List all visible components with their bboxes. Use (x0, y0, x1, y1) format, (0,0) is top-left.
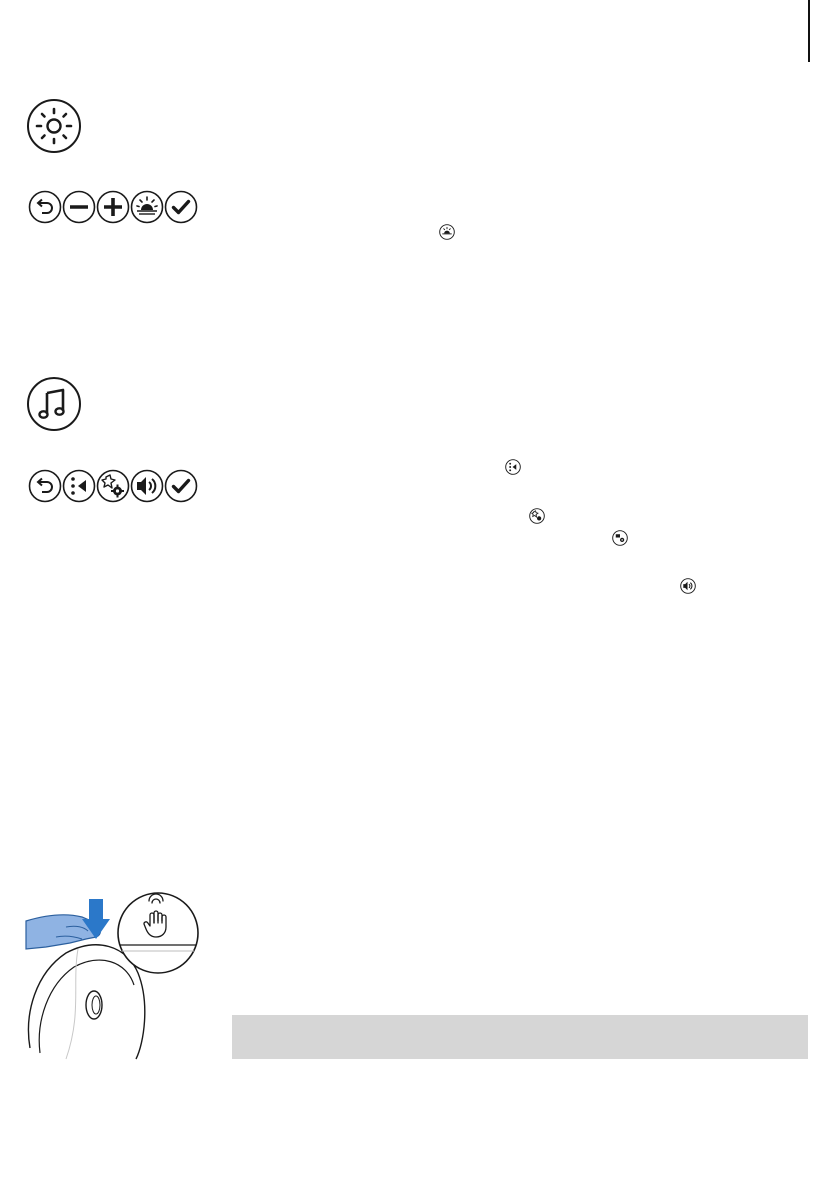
check-icon[interactable] (164, 190, 198, 224)
check-icon[interactable] (164, 469, 198, 503)
sound-settings-icon[interactable] (96, 469, 130, 503)
tap-to-snooze-illustration (25, 892, 199, 1060)
page-edge-bar (808, 0, 810, 62)
volume-icon[interactable] (130, 469, 164, 503)
sun-brightness-icon (27, 99, 81, 153)
back-arrow-icon[interactable] (28, 469, 62, 503)
sound-section-header-icon (26, 376, 82, 432)
back-arrow-icon[interactable] (28, 190, 62, 224)
music-note-icon (27, 377, 81, 431)
sound-button-row (28, 469, 198, 503)
light-button-row (28, 190, 198, 224)
light-section-header-icon (26, 98, 82, 154)
sound-settings-inline-icon (529, 508, 545, 524)
plus-icon[interactable] (96, 190, 130, 224)
sunrise-icon[interactable] (130, 190, 164, 224)
volume-inline-icon (680, 578, 696, 594)
sound-settings-alt-inline-icon (612, 530, 628, 546)
gray-note-band (232, 1015, 808, 1059)
minus-icon[interactable] (62, 190, 96, 224)
previous-sound-icon[interactable] (62, 469, 96, 503)
previous-sound-inline-icon (505, 459, 521, 475)
sunrise-inline-icon (439, 224, 455, 240)
